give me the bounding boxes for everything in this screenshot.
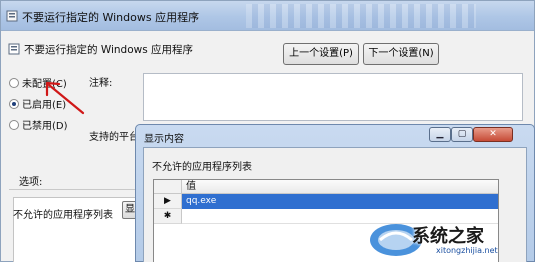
comment-label: 注释: bbox=[89, 78, 113, 89]
dialog-list-label: 不允许的应用程序列表 bbox=[152, 162, 252, 173]
grid-corner bbox=[154, 180, 182, 194]
previous-setting-button[interactable]: 上一个设置(P) bbox=[283, 43, 359, 65]
value-column-header[interactable]: 值 bbox=[182, 180, 498, 194]
disallowed-apps-label: 不允许的应用程序列表 bbox=[13, 210, 113, 221]
grid-cell-selected[interactable]: qq.exe bbox=[182, 194, 498, 209]
titlebar-blur bbox=[246, 4, 476, 28]
radio-circle[interactable] bbox=[9, 78, 19, 88]
radio-circle-checked[interactable] bbox=[9, 99, 19, 109]
options-label: 选项: bbox=[19, 177, 43, 188]
radio-disabled[interactable]: 已禁用(D) bbox=[9, 117, 68, 132]
dialog-title: 显示内容 bbox=[144, 134, 184, 145]
minimize-icon[interactable]: ▁ bbox=[429, 127, 451, 142]
maximize-icon[interactable]: ▢ bbox=[451, 127, 473, 142]
watermark-text: 系统之家 bbox=[412, 226, 484, 247]
radio-label: 已禁用(D) bbox=[22, 121, 68, 132]
section-divider bbox=[9, 189, 137, 190]
next-setting-button[interactable]: 下一个设置(N) bbox=[363, 43, 439, 65]
current-row-marker-icon[interactable]: ▶ bbox=[154, 194, 182, 209]
policy-title: 不要运行指定的 Windows 应用程序 bbox=[24, 44, 194, 56]
watermark-url: xitongzhijia.net bbox=[436, 246, 498, 255]
close-icon[interactable]: ✕ bbox=[473, 127, 513, 142]
policy-icon bbox=[6, 10, 18, 22]
new-row-marker-icon[interactable]: ✱ bbox=[154, 209, 182, 224]
setting-icon bbox=[8, 43, 20, 55]
window-titlebar[interactable]: 不要运行指定的 Windows 应用程序 bbox=[1, 1, 534, 31]
window-title: 不要运行指定的 Windows 应用程序 bbox=[22, 11, 200, 24]
comment-textarea[interactable] bbox=[143, 73, 523, 121]
radio-circle[interactable] bbox=[9, 120, 19, 130]
red-arrow-annotation bbox=[45, 81, 85, 115]
